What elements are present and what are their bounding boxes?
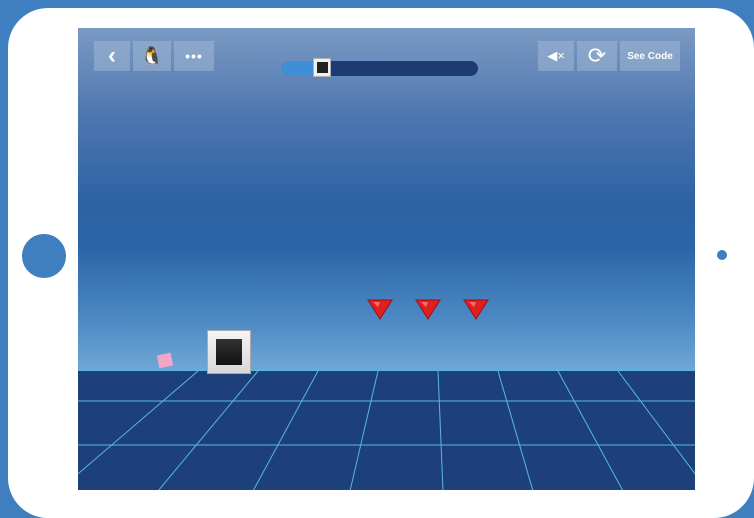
camera-dot [717,250,727,260]
mute-button[interactable]: ◀× [538,41,574,71]
see-code-label: See Code [627,50,673,62]
game-screen[interactable]: ‹ 🐧 ••• ◀× ⟳ See Code [78,28,695,490]
penguin-avatar-icon: 🐧 [140,45,164,66]
grid-floor [78,370,695,490]
floor-grid-lines [78,371,695,490]
speaker-muted-icon: ◀× [547,48,565,63]
spike-hazard [463,299,489,320]
chevron-left-icon: ‹ [108,42,116,69]
pink-particle-block [156,352,174,369]
spike-hazard [367,299,393,320]
progress-player-marker [313,58,331,77]
more-options-button[interactable]: ••• [174,41,214,71]
home-button[interactable] [22,234,66,278]
back-button[interactable]: ‹ [94,41,130,71]
player-cube [207,330,251,374]
ellipsis-icon: ••• [185,48,203,64]
spike-hazard [415,299,441,320]
progress-marker-square [316,62,328,73]
player-cube-core [216,339,242,365]
restart-button[interactable]: ⟳ [577,41,617,71]
see-code-button[interactable]: See Code [620,41,680,71]
avatar-button[interactable]: 🐧 [133,41,171,71]
restart-icon: ⟳ [587,43,607,68]
level-progress-bar [282,61,478,76]
